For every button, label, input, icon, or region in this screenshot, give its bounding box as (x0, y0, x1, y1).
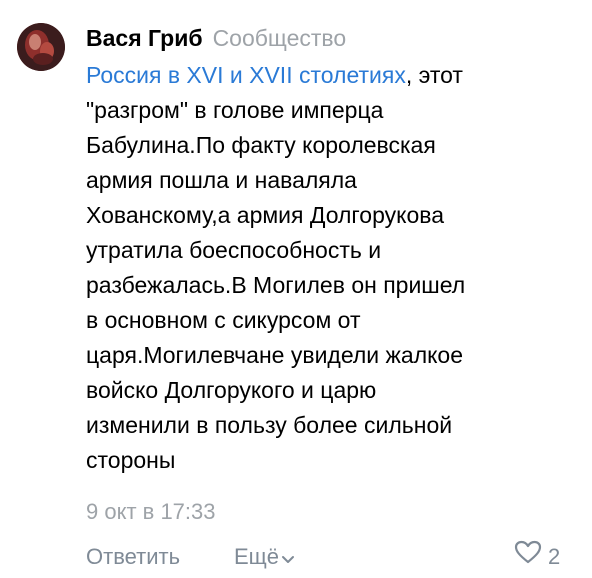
comment-line: армия пошла и наваляла (86, 167, 357, 193)
more-label: Ещё (234, 544, 280, 569)
comment-line: утратила боеспособность и (86, 237, 382, 263)
comment-text: Россия в XVI и XVII столетиях, этот "раз… (86, 58, 576, 478)
comment: Вася Гриб Сообщество Россия в XVI и XVII … (0, 0, 592, 578)
comment-line: в основном с сикурсом от (86, 307, 361, 333)
comment-line: изменили в пользу более сильной (86, 412, 453, 438)
comment-line: разбежалась.В Могилев он пришел (86, 272, 466, 298)
reply-button[interactable]: Ответить (86, 541, 180, 573)
comment-link[interactable]: Россия в XVI и XVII столетиях (86, 62, 406, 88)
author-name[interactable]: Вася Гриб (86, 25, 203, 51)
comment-line: "разгром" в голове имперца (86, 97, 384, 123)
comment-line: стороны (86, 447, 176, 473)
comment-actions: Ответить Ещё 2 (86, 540, 576, 574)
comment-line: Россия в XVI и XVII столетиях, этот (86, 58, 576, 93)
heart-icon (514, 540, 542, 573)
comment-header: Вася Гриб Сообщество (86, 22, 346, 54)
comment-line: войско Долгорукого и царю (86, 377, 377, 403)
comment-line-text: , этот (405, 62, 463, 88)
author-source: Сообщество (212, 25, 347, 51)
like-count: 2 (548, 544, 561, 569)
comment-line: Хованскому,а армия Долгорукова (86, 202, 444, 228)
like-button[interactable]: 2 (514, 540, 561, 573)
comment-line: Бабулина.По факту королевская (86, 132, 436, 158)
comment-date[interactable]: 9 окт в 17:33 (86, 497, 216, 527)
more-button[interactable]: Ещё (234, 541, 295, 574)
chevron-down-icon (281, 542, 295, 574)
comment-line: царя.Могилевчане увидели жалкое (86, 342, 464, 368)
avatar[interactable] (17, 23, 65, 71)
